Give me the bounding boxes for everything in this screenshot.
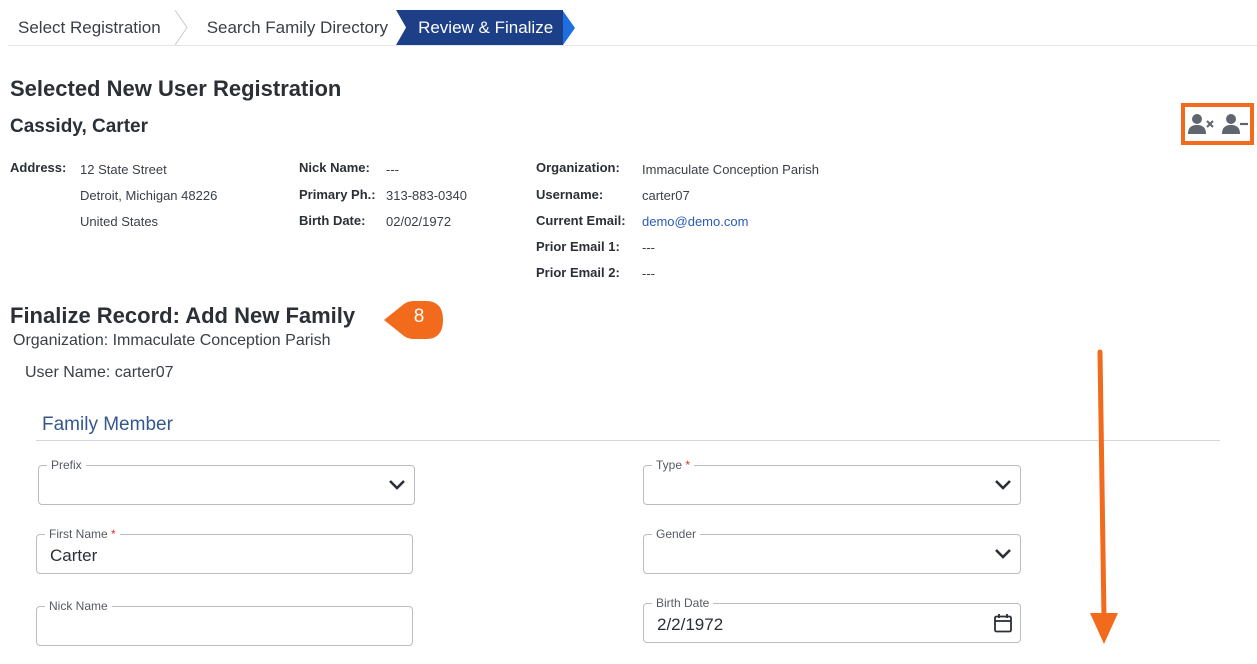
birth-date-label: Birth Date: (299, 213, 366, 228)
gender-label: Gender (652, 526, 701, 542)
first-name-input[interactable]: First Name * Carter (36, 526, 413, 574)
username-label: Username: (536, 187, 604, 202)
registration-actions (1181, 103, 1254, 145)
prefix-select[interactable]: Prefix (38, 457, 415, 505)
family-member-divider (36, 440, 1220, 441)
primary-phone-label: Primary Ph.: (299, 187, 376, 202)
step-callout-number: 8 (413, 306, 425, 327)
prefix-label: Prefix (47, 457, 86, 473)
breadcrumb-divider (8, 45, 1257, 46)
chevron-down-icon (995, 549, 1011, 559)
user-remove-x-icon[interactable] (1187, 113, 1214, 135)
address-line-2: Detroit, Michigan 48226 (80, 188, 218, 203)
breadcrumb-step-label: Review & Finalize (418, 17, 554, 37)
birth-date-input[interactable]: Birth Date 2/2/1972 (643, 595, 1021, 643)
required-mark: * (111, 527, 116, 541)
prior-email-2-value: --- (642, 266, 655, 281)
organization-label: Organization: (536, 160, 620, 175)
username-value: carter07 (642, 188, 690, 203)
primary-phone-value: 313-883-0340 (386, 188, 467, 203)
required-mark: * (685, 458, 691, 472)
birth-date-value: 02/02/1972 (386, 214, 452, 229)
registrant-name: Cassidy, Carter (10, 116, 148, 137)
prior-email-2-label: Prior Email 2: (536, 265, 620, 280)
breadcrumb: Select Registration Search Family Direct… (8, 10, 576, 45)
nick-name-value: --- (386, 162, 399, 177)
gender-select[interactable]: Gender (643, 526, 1021, 574)
address-line-3: United States (80, 214, 159, 229)
family-member-section-title: Family Member (42, 414, 173, 435)
breadcrumb-step-label: Search Family Directory (206, 17, 389, 37)
type-select[interactable]: Type * (643, 457, 1021, 505)
nick-name-field-label: Nick Name (45, 598, 112, 614)
nick-name-label: Nick Name: (299, 160, 370, 175)
breadcrumb-step-review-finalize[interactable]: Review & Finalize (396, 10, 576, 45)
chevron-down-icon (389, 480, 405, 490)
first-name-label: First Name * (45, 526, 120, 542)
prior-email-1-value: --- (642, 240, 655, 255)
birth-date-field-label: Birth Date (652, 595, 714, 611)
section-title-selected-registration: Selected New User Registration (10, 76, 342, 101)
prior-email-1-label: Prior Email 1: (536, 239, 620, 254)
address-label: Address: (10, 160, 67, 175)
birth-date-field-value: 2/2/1972 (657, 615, 724, 634)
finalize-record-title: Finalize Record: Add New Family (10, 303, 356, 328)
chevron-right-icon (174, 10, 188, 45)
organization-value: Immaculate Conception Parish (642, 162, 820, 177)
nick-name-input[interactable]: Nick Name (36, 598, 413, 646)
address-line-1: 12 State Street (80, 162, 167, 177)
breadcrumb-step-select-registration[interactable]: Select Registration (8, 10, 173, 45)
breadcrumb-active-tip (563, 10, 576, 45)
scroll-down-arrow-icon (1090, 349, 1118, 644)
current-email-label: Current Email: (536, 213, 626, 228)
calendar-icon[interactable] (993, 613, 1013, 633)
user-minus-icon[interactable] (1221, 113, 1248, 135)
chevron-down-icon (995, 480, 1011, 490)
first-name-value: Carter (50, 546, 98, 565)
current-email-link[interactable]: demo@demo.com (642, 214, 748, 229)
breadcrumb-step-label: Select Registration (18, 17, 161, 37)
finalize-username: User Name: carter07 (25, 364, 174, 381)
finalize-organization: Organization: Immaculate Conception Pari… (13, 332, 331, 349)
breadcrumb-step-search-family-directory[interactable]: Search Family Directory (189, 10, 396, 45)
type-label: Type * (652, 457, 695, 473)
